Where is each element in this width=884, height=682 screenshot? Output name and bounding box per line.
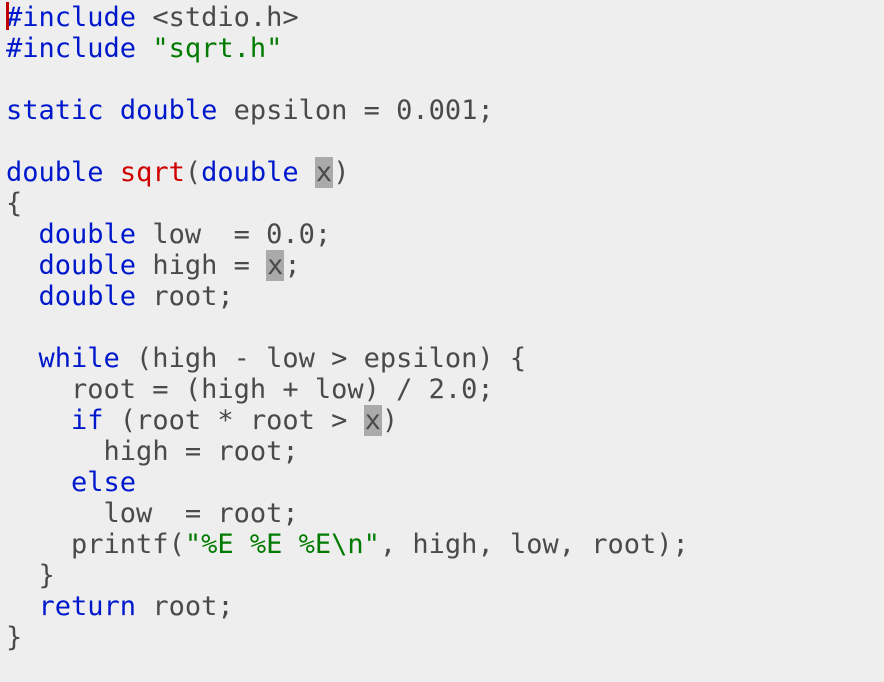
space (299, 157, 315, 188)
code-line: } (6, 560, 55, 591)
function-name: sqrt (120, 157, 185, 188)
code-line: while (high - low > epsilon) { (6, 343, 526, 374)
header-angle: <stdio.h> (152, 2, 298, 33)
paren: ) (333, 157, 349, 188)
code-text: ) (382, 405, 398, 436)
text-cursor (6, 2, 9, 30)
code-text: high = root; (104, 436, 299, 467)
code-block: #include <stdio.h> #include "sqrt.h" sta… (0, 0, 884, 653)
code-text: printf( (71, 529, 185, 560)
type-keyword: double (39, 250, 137, 281)
keyword: static (6, 95, 104, 126)
code-line: low = root; (6, 498, 299, 529)
keyword: else (71, 467, 136, 498)
code-line: printf("%E %E %E\n", high, low, root); (6, 529, 689, 560)
code-line: else (6, 467, 136, 498)
code-text: (root * root > (104, 405, 364, 436)
code-line: high = root; (6, 436, 299, 467)
preproc-keyword: #include (6, 33, 152, 64)
var-highlight: x (266, 250, 284, 281)
code-line: root = (high + low) / 2.0; (6, 374, 494, 405)
code-line: static double epsilon = 0.001; (6, 95, 494, 126)
string-literal: "%E %E %E\n" (185, 529, 380, 560)
code-text: high = (136, 250, 266, 281)
code-line: if (root * root > x) (6, 405, 398, 436)
type-keyword: double (39, 219, 137, 250)
keyword: if (71, 405, 104, 436)
code-text: epsilon = 0.001; (217, 95, 493, 126)
type-keyword: double (201, 157, 299, 188)
paren: ( (185, 157, 201, 188)
param-highlight: x (315, 157, 333, 188)
brace: } (6, 622, 22, 653)
type-keyword: double (120, 95, 218, 126)
code-line: double low = 0.0; (6, 219, 331, 250)
keyword: while (39, 343, 120, 374)
code-line: double high = x; (6, 250, 301, 281)
code-text: ; (284, 250, 300, 281)
code-text: , high, low, root); (380, 529, 689, 560)
code-line: return root; (6, 591, 234, 622)
code-line: #include "sqrt.h" (6, 33, 282, 64)
code-text: root; (136, 281, 234, 312)
code-line: #include <stdio.h> (6, 2, 299, 33)
keyword: return (39, 591, 137, 622)
var-highlight: x (364, 405, 382, 436)
code-text: low = root; (104, 498, 299, 529)
code-line: double sqrt(double x) (6, 157, 349, 188)
type-keyword: double (6, 157, 104, 188)
code-text: (high - low > epsilon) { (120, 343, 526, 374)
string-literal: "sqrt.h" (152, 33, 282, 64)
preproc-keyword: #include (6, 2, 152, 33)
brace: } (39, 560, 55, 591)
code-line: double root; (6, 281, 234, 312)
code-text: root = (high + low) / 2.0; (71, 374, 494, 405)
code-text: low = 0.0; (136, 219, 331, 250)
code-line: } (6, 622, 22, 653)
code-line: { (6, 188, 22, 219)
code-text: root; (136, 591, 234, 622)
type-keyword: double (39, 281, 137, 312)
brace: { (6, 188, 22, 219)
